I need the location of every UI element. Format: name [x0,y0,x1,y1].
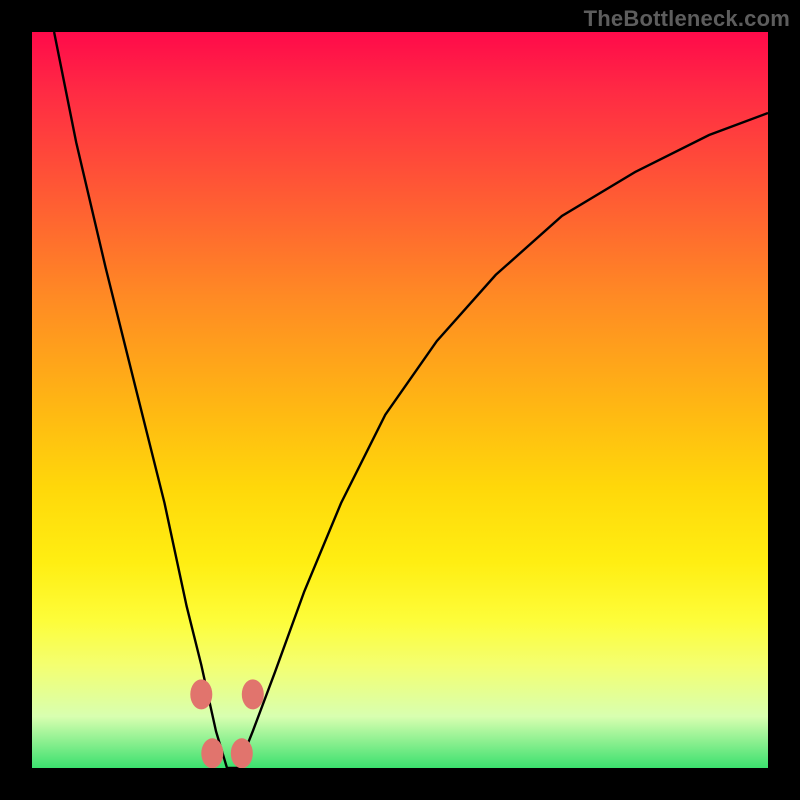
outer-black-frame: TheBottleneck.com [0,0,800,800]
watermark-text: TheBottleneck.com [584,6,790,32]
curve-marker [190,679,212,709]
curve-markers [190,679,263,768]
curve-marker [231,738,253,768]
curve-overlay [32,32,768,768]
bottleneck-curve [54,32,768,768]
plot-area [32,32,768,768]
curve-marker [201,738,223,768]
curve-marker [242,679,264,709]
